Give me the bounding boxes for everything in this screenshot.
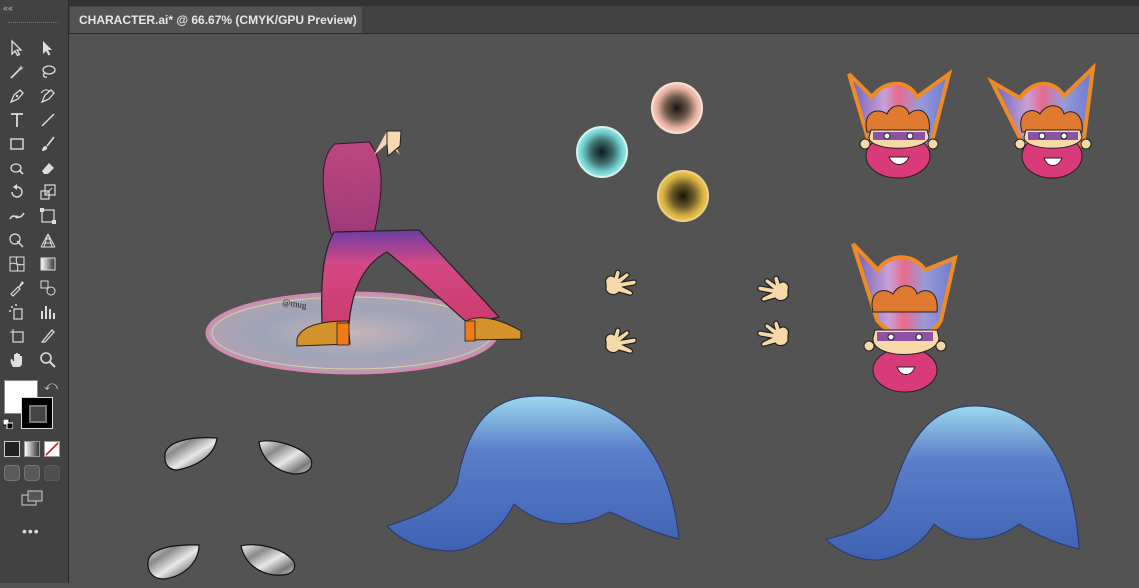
pen-tool-icon[interactable] <box>6 85 28 107</box>
hand-tool-icon[interactable] <box>6 349 28 371</box>
lasso-tool-icon[interactable] <box>37 61 59 83</box>
hand-1[interactable] <box>605 269 637 296</box>
rectangle-tool-icon[interactable] <box>6 133 28 155</box>
column-graph-tool-icon[interactable] <box>37 301 59 323</box>
stroke-color-swatch[interactable] <box>21 397 53 429</box>
screen-mode-icon[interactable] <box>21 490 43 506</box>
perspective-grid-tool-icon[interactable] <box>37 229 59 251</box>
curvature-tool-icon[interactable] <box>37 85 59 107</box>
line-segment-tool-icon[interactable] <box>37 109 59 131</box>
character-body[interactable]: @mug <box>205 130 522 375</box>
edit-toolbar-icon[interactable]: ••• <box>22 523 40 539</box>
gradient-tool-icon[interactable] <box>37 253 59 275</box>
scale-tool-icon[interactable] <box>37 181 59 203</box>
default-fill-stroke-icon[interactable] <box>3 419 13 429</box>
chrome-shape-2[interactable] <box>258 440 313 475</box>
chrome-shape-1[interactable] <box>164 437 218 471</box>
tools-panel: «« ⤺ ••• <box>0 0 69 583</box>
gradient-mode-icon[interactable] <box>24 441 40 457</box>
mesh-tool-icon[interactable] <box>6 253 28 275</box>
hand-4[interactable] <box>757 320 789 347</box>
document-tab-bar: CHARACTER.ai* @ 66.67% (CMYK/GPU Preview… <box>68 6 1139 34</box>
wave-shape-left[interactable] <box>386 395 680 552</box>
shape-builder-tool-icon[interactable] <box>6 229 28 251</box>
head-1[interactable] <box>847 69 953 179</box>
hand-3[interactable] <box>757 275 789 302</box>
eye-assets[interactable] <box>576 82 709 222</box>
color-mode-icon[interactable] <box>4 441 20 457</box>
head-2[interactable] <box>987 62 1096 179</box>
selection-tool-icon[interactable] <box>6 37 28 59</box>
width-tool-icon[interactable] <box>6 205 28 227</box>
zoom-tool-icon[interactable] <box>37 349 59 371</box>
paintbrush-tool-icon[interactable] <box>37 133 59 155</box>
hand-2[interactable] <box>605 327 637 354</box>
collapse-panel-icon[interactable]: «« <box>3 4 13 13</box>
panel-grip[interactable] <box>8 22 58 25</box>
hand-assets[interactable] <box>605 269 789 354</box>
eye-gold[interactable] <box>657 170 709 222</box>
chrome-shape-3[interactable] <box>147 544 200 580</box>
magic-wand-tool-icon[interactable] <box>6 61 28 83</box>
rotate-tool-icon[interactable] <box>6 181 28 203</box>
artboard-tool-icon[interactable] <box>6 325 28 347</box>
chrome-shapes[interactable] <box>147 437 313 580</box>
eraser-tool-icon[interactable] <box>37 157 59 179</box>
draw-behind-icon[interactable] <box>24 465 40 481</box>
type-tool-icon[interactable] <box>6 109 28 131</box>
shaper-tool-icon[interactable] <box>6 157 28 179</box>
eyedropper-tool-icon[interactable] <box>6 277 28 299</box>
wave-shape-right[interactable] <box>825 405 1080 561</box>
draw-normal-icon[interactable] <box>4 465 20 481</box>
artboard-canvas[interactable]: @mug <box>69 34 1139 583</box>
document-tab-title: CHARACTER.ai* @ 66.67% (CMYK/GPU Preview… <box>79 13 357 27</box>
draw-inside-icon[interactable] <box>44 465 60 481</box>
slice-tool-icon[interactable] <box>37 325 59 347</box>
symbol-sprayer-tool-icon[interactable] <box>6 301 28 323</box>
chrome-shape-4[interactable] <box>240 544 296 576</box>
eye-teal[interactable] <box>576 126 628 178</box>
blend-tool-icon[interactable] <box>37 277 59 299</box>
none-mode-icon[interactable] <box>44 441 60 457</box>
close-tab-icon[interactable]: × <box>345 12 353 27</box>
head-3[interactable] <box>851 242 958 393</box>
eye-pink[interactable] <box>651 82 703 134</box>
free-transform-tool-icon[interactable] <box>37 205 59 227</box>
direct-selection-tool-icon[interactable] <box>37 37 59 59</box>
document-tab[interactable]: CHARACTER.ai* @ 66.67% (CMYK/GPU Preview… <box>70 7 362 33</box>
swap-fill-stroke-icon[interactable]: ⤺ <box>44 378 58 394</box>
